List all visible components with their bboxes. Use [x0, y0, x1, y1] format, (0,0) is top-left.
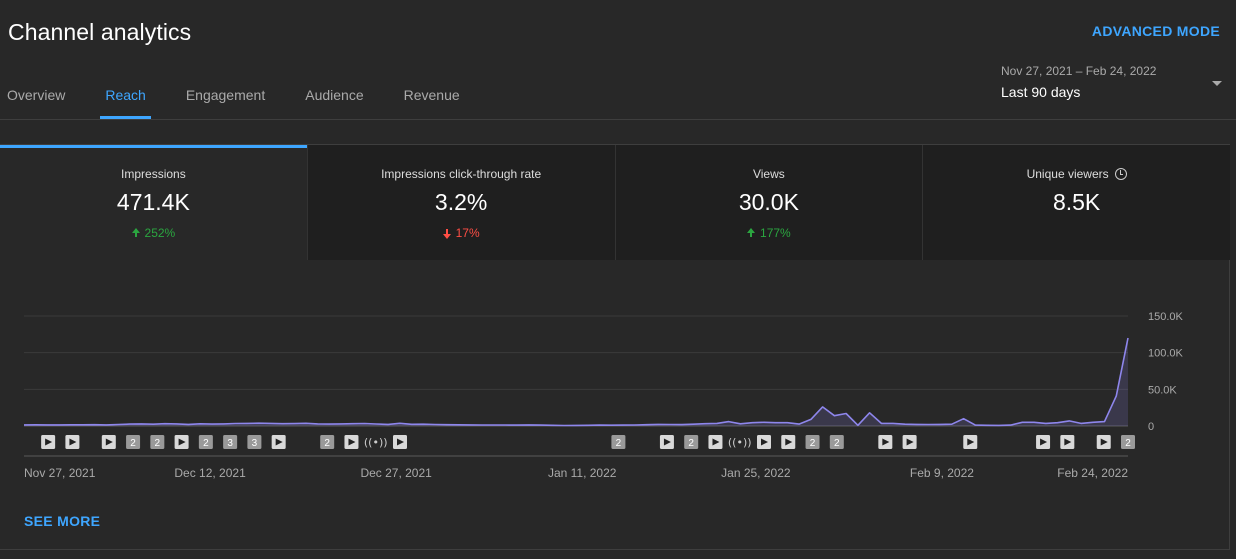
live-stream-icon[interactable]: ((•)) [364, 436, 388, 449]
date-range-picker[interactable]: Nov 27, 2021 – Feb 24, 2022 Last 90 days [1001, 64, 1224, 100]
y-tick-label: 100.0K [1148, 348, 1184, 360]
svg-text:((•)): ((•)) [728, 436, 752, 449]
see-more-link[interactable]: SEE MORE [24, 513, 100, 529]
tab-revenue[interactable]: Revenue [397, 80, 467, 119]
advanced-mode-button[interactable]: ADVANCED MODE [1092, 23, 1220, 39]
y-tick-label: 0 [1148, 421, 1154, 433]
x-tick-label: Dec 12, 2021 [174, 466, 246, 480]
metric-value: 8.5K [1052, 189, 1101, 215]
x-tick-label: Feb 9, 2022 [910, 466, 974, 480]
x-tick-label: Jan 25, 2022 [721, 466, 791, 480]
video-marker-icon[interactable] [65, 435, 80, 449]
video-marker-icon[interactable] [878, 435, 893, 449]
metric-label: Unique viewers [923, 167, 1230, 181]
video-count-marker[interactable]: 2 [684, 435, 699, 449]
video-marker-icon[interactable] [902, 435, 917, 449]
video-count-marker[interactable]: 2 [611, 435, 626, 449]
svg-text:2: 2 [203, 438, 209, 449]
header-divider [0, 119, 1236, 120]
video-count-marker[interactable]: 2 [1121, 435, 1135, 449]
metric-label: Impressions click-through rate [381, 167, 542, 181]
video-marker-icon[interactable] [1096, 435, 1111, 449]
video-marker-icon[interactable] [393, 435, 407, 449]
video-count-marker[interactable]: 3 [223, 435, 238, 449]
series-area [24, 338, 1128, 426]
video-count-marker[interactable]: 2 [829, 435, 844, 449]
video-marker-icon[interactable] [174, 435, 189, 449]
svg-text:2: 2 [1125, 438, 1131, 449]
y-tick-label: 50.0K [1148, 384, 1177, 396]
metric-change: 252% [0, 226, 307, 240]
video-count-marker[interactable]: 2 [805, 435, 820, 449]
x-tick-label: Dec 27, 2021 [360, 466, 432, 480]
arrow-up-icon [131, 227, 140, 237]
x-tick-label: Jan 11, 2022 [548, 466, 617, 480]
metric-impressions[interactable]: Impressions 471.4K 252% [0, 145, 308, 260]
tab-engagement[interactable]: Engagement [179, 80, 272, 119]
svg-text:3: 3 [252, 438, 258, 449]
metric-change: 177% [616, 226, 923, 240]
live-stream-icon[interactable]: ((•)) [728, 436, 752, 449]
video-count-marker[interactable]: 2 [150, 435, 165, 449]
video-count-marker[interactable]: 2 [320, 435, 335, 449]
date-range-dates: Nov 27, 2021 – Feb 24, 2022 [1001, 64, 1157, 78]
video-marker-icon[interactable] [41, 435, 56, 449]
video-marker-icon[interactable] [1060, 435, 1075, 449]
video-marker-icon[interactable] [101, 435, 116, 449]
series-line [23, 337, 1129, 427]
metric-ctr[interactable]: Impressions click-through rate 3.2% 17% [307, 145, 616, 260]
tab-bar: Overview Reach Engagement Audience Reven… [0, 80, 493, 119]
tab-overview[interactable]: Overview [0, 80, 72, 119]
svg-text:2: 2 [155, 438, 161, 449]
metric-value: 3.2% [434, 189, 488, 215]
video-marker-icon[interactable] [659, 435, 674, 449]
clock-icon [1114, 168, 1127, 180]
y-tick-label: 150.0K [1148, 311, 1184, 323]
x-tick-label: Nov 27, 2021 [24, 466, 96, 480]
video-count-marker[interactable]: 3 [247, 435, 262, 449]
metric-change: 17% [308, 226, 615, 240]
metric-tabs: Impressions 471.4K 252% Impressions clic… [0, 145, 1230, 260]
impressions-chart: 0 50.0K 100.0K 150.0K 2 2 2 3 3 2 ((•)) 2 2 ((•)) 2 2 2 N… [23, 311, 1184, 480]
svg-text:2: 2 [810, 438, 816, 449]
video-marker-icon[interactable] [963, 435, 978, 449]
svg-text:3: 3 [227, 438, 233, 449]
metric-value: 471.4K [116, 189, 190, 215]
svg-text:2: 2 [324, 438, 330, 449]
tab-reach[interactable]: Reach [98, 80, 152, 119]
svg-text:((•)): ((•)) [364, 436, 388, 449]
page-title: Channel analytics [8, 19, 192, 45]
svg-text:2: 2 [834, 438, 840, 449]
video-marker-icon[interactable] [781, 435, 796, 449]
metric-label: Impressions [121, 167, 186, 181]
svg-text:2: 2 [130, 438, 136, 449]
video-marker-icon[interactable] [757, 435, 771, 449]
video-marker-icon[interactable] [344, 435, 359, 449]
metric-unique-viewers[interactable]: Unique viewers 8.5K [923, 145, 1230, 260]
x-tick-label: Feb 24, 2022 [1057, 466, 1128, 480]
metric-views[interactable]: Views 30.0K 177% [615, 145, 924, 260]
video-marker-icon[interactable] [1036, 435, 1051, 449]
tab-audience[interactable]: Audience [298, 80, 370, 119]
svg-text:2: 2 [616, 438, 622, 449]
dropdown-caret-icon [1212, 81, 1222, 86]
video-marker-icon[interactable] [708, 435, 723, 449]
video-marker-icon[interactable] [271, 435, 286, 449]
date-range-label: Last 90 days [1001, 84, 1081, 100]
arrow-up-icon [747, 227, 756, 237]
svg-text:2: 2 [688, 438, 694, 449]
video-count-marker[interactable]: 2 [198, 435, 213, 449]
metric-label: Views [752, 167, 785, 181]
metric-value: 30.0K [738, 189, 799, 215]
arrow-down-icon [442, 228, 451, 239]
video-count-marker[interactable]: 2 [126, 435, 141, 449]
